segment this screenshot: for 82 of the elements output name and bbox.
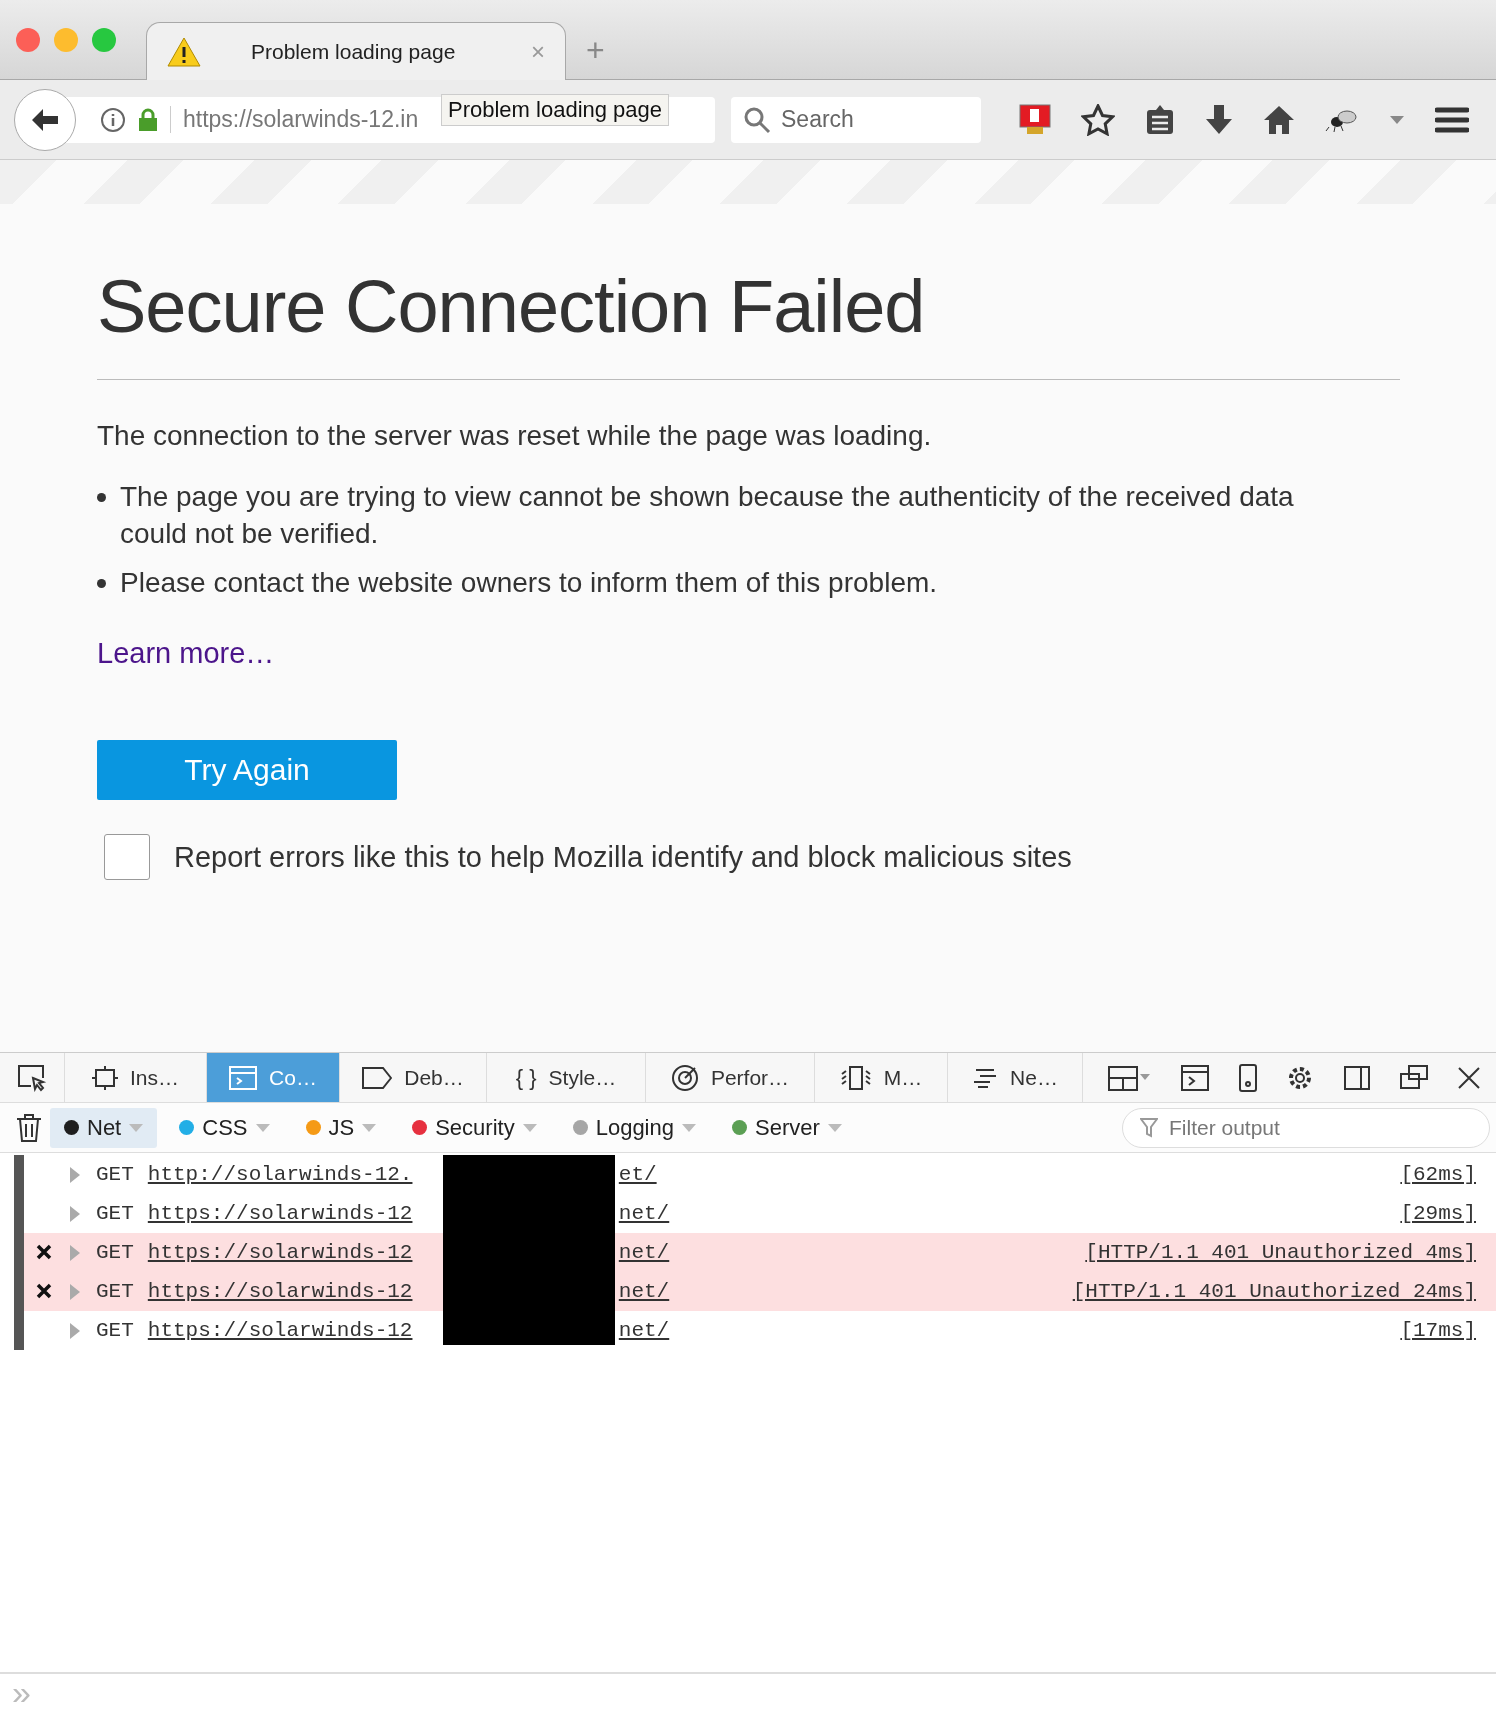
tooltip: Problem loading page	[441, 94, 670, 126]
prompt-icon: »	[12, 1672, 31, 1710]
request-status: [HTTP/1.1 401 Unauthorized 24ms]	[1072, 1280, 1476, 1303]
filter-toggle[interactable]: Net	[50, 1107, 158, 1148]
caret-icon	[682, 1123, 696, 1132]
page-heading: Secure Connection Failed	[97, 264, 1400, 380]
console-icon	[229, 1065, 258, 1090]
cross-icon	[36, 1283, 52, 1299]
request-url[interactable]: https://solarwinds-12	[147, 1280, 439, 1303]
request-url[interactable]: net/	[618, 1319, 670, 1342]
filter-toggle[interactable]: Logging	[558, 1107, 710, 1148]
filter-icon	[1140, 1117, 1158, 1138]
caret-icon	[129, 1123, 144, 1132]
request-status: [17ms]	[1400, 1319, 1476, 1342]
info-icon	[100, 106, 126, 133]
sidebar-icon[interactable]	[1344, 1065, 1371, 1090]
request-status: [29ms]	[1400, 1202, 1476, 1225]
download-icon[interactable]	[1205, 103, 1233, 136]
dropdown-caret-icon[interactable]	[1389, 114, 1405, 125]
learn-more-link[interactable]: Learn more…	[97, 637, 275, 670]
request-method: GET	[96, 1280, 134, 1303]
phone-icon[interactable]	[1238, 1063, 1257, 1092]
request-url[interactable]: et/	[618, 1163, 657, 1186]
filter-toggle[interactable]: JS	[291, 1107, 391, 1148]
request-method: GET	[96, 1319, 134, 1342]
request-url[interactable]: https://solarwinds-12	[147, 1202, 439, 1225]
devtools-tab[interactable]: M…	[815, 1053, 948, 1102]
request-url[interactable]: net/	[618, 1241, 670, 1264]
braces-icon: { }	[515, 1064, 537, 1091]
error-description: The connection to the server was reset while the page was loading.	[97, 420, 933, 452]
request-method: GET	[96, 1202, 134, 1225]
menu-icon[interactable]	[1435, 105, 1469, 134]
debugger-icon	[362, 1066, 393, 1089]
request-url[interactable]: https://solarwinds-12	[147, 1241, 439, 1264]
request-url[interactable]: https://solarwinds-12	[147, 1319, 439, 1342]
cross-icon	[36, 1244, 52, 1260]
extension-icon[interactable]	[1019, 103, 1051, 136]
trash-icon[interactable]	[16, 1113, 42, 1142]
bullet-text: The page you are trying to view cannot be shown because the authenticity of the received data could not be verified.	[120, 480, 1295, 551]
inspector-icon	[92, 1065, 118, 1090]
memory-icon	[839, 1065, 872, 1090]
request-url[interactable]: http://solarwinds-12.	[147, 1163, 439, 1186]
bullet-icon	[97, 579, 106, 588]
devtools-tab[interactable]: Ne…	[948, 1053, 1083, 1102]
windows-icon[interactable]	[1399, 1064, 1428, 1091]
filter-field[interactable]: Filter output	[1122, 1107, 1490, 1148]
request-status: [62ms]	[1400, 1163, 1476, 1186]
report-label: Report errors like this to help Mozilla identify and block malicious sites	[174, 840, 1072, 874]
caret-icon	[255, 1123, 270, 1132]
browser-tab[interactable]: Problem loading page ×	[146, 22, 566, 80]
search-field[interactable]: Search	[731, 96, 981, 143]
scratchpad-icon[interactable]	[1181, 1063, 1210, 1092]
caret-icon	[522, 1123, 537, 1132]
filter-toggle[interactable]: Security	[398, 1107, 551, 1148]
bookmark-star-icon[interactable]	[1081, 103, 1115, 136]
search-icon	[743, 105, 771, 134]
home-icon[interactable]	[1263, 104, 1295, 135]
devtools-tab[interactable]: { } Style…	[487, 1053, 646, 1102]
filter-toggle[interactable]: CSS	[165, 1107, 284, 1148]
bullet-text: Please contact the website owners to inform them of this problem.	[120, 566, 938, 600]
close-icon[interactable]	[1457, 1065, 1482, 1090]
caret-icon	[827, 1123, 842, 1132]
request-url[interactable]: net/	[618, 1202, 670, 1225]
padlock-icon	[138, 107, 158, 132]
request-status: [HTTP/1.1 401 Unauthorized 4ms]	[1085, 1241, 1476, 1264]
devtools-tab[interactable]: Perfor…	[646, 1053, 815, 1102]
warning-icon	[167, 36, 201, 67]
request-url[interactable]: net/	[618, 1280, 670, 1303]
element-picker-icon[interactable]	[17, 1063, 47, 1092]
report-checkbox[interactable]	[104, 834, 150, 880]
gauge-icon	[670, 1063, 699, 1092]
tab-title: Problem loading page	[251, 39, 457, 64]
caret-icon	[362, 1123, 377, 1132]
request-method: GET	[96, 1241, 134, 1264]
devtools-tab[interactable]: Deb…	[340, 1053, 487, 1102]
clipboard-list-icon[interactable]	[1145, 103, 1175, 136]
url-text: https://solarwinds-12.in	[170, 106, 419, 133]
request-method: GET	[96, 1163, 134, 1186]
network-icon	[972, 1067, 999, 1088]
bullet-icon	[97, 493, 106, 502]
layout-icon[interactable]	[1107, 1063, 1152, 1092]
filter-toggle[interactable]: Server	[718, 1107, 856, 1148]
